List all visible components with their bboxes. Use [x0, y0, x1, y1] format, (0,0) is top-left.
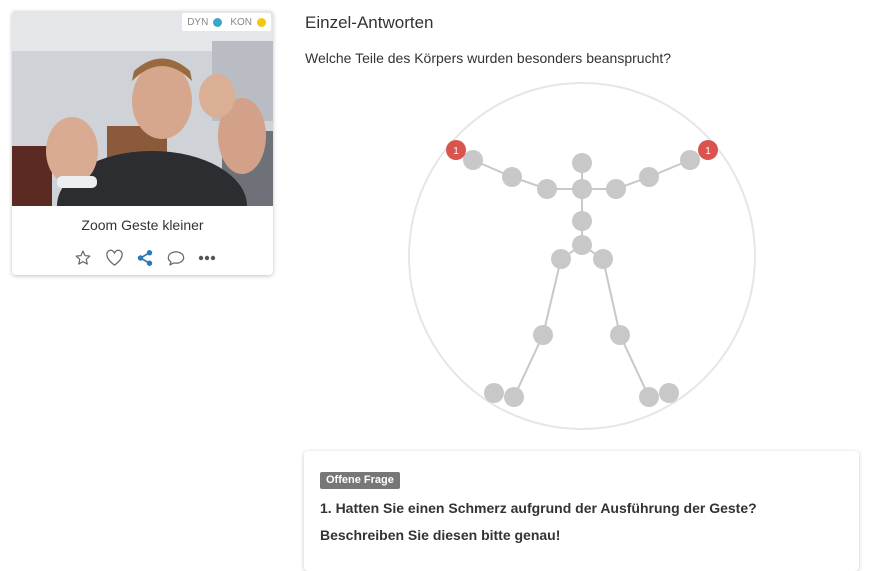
body-map-outline	[408, 82, 756, 430]
category-badges: DYN KON	[182, 13, 271, 31]
right-knee-joint[interactable]	[533, 325, 553, 345]
share-icon[interactable]	[135, 248, 155, 268]
marker-left-hand: 1	[698, 140, 718, 160]
right-foot-joint[interactable]	[504, 387, 524, 407]
right-elbow-joint[interactable]	[502, 167, 522, 187]
right-heel-joint[interactable]	[484, 383, 504, 403]
page-title: Einzel-Antworten	[305, 13, 434, 32]
media-card[interactable]: DYN KON Zoom Geste kleiner	[12, 11, 273, 275]
body-map[interactable]: 1 1	[400, 80, 764, 436]
comment-icon[interactable]	[166, 248, 186, 268]
question-text: Welche Teile des Körpers wurden besonder…	[305, 50, 672, 66]
open-question-card: Offene Frage 1. Hatten Sie einen Schmerz…	[304, 451, 859, 571]
pelvis-joint[interactable]	[572, 235, 592, 255]
more-icon[interactable]	[197, 248, 217, 268]
marker-count: 1	[453, 146, 459, 157]
heart-icon[interactable]	[104, 248, 124, 268]
card-actions	[73, 248, 217, 268]
right-shoulder-joint[interactable]	[537, 179, 557, 199]
badge-dyn-label: DYN	[187, 16, 209, 28]
badge-kon-dot	[257, 17, 266, 27]
neck-joint[interactable]	[572, 179, 592, 199]
star-icon[interactable]	[73, 248, 93, 268]
question-type-tag: Offene Frage	[320, 472, 400, 489]
spine-joint[interactable]	[572, 211, 592, 231]
card-title: Zoom Geste kleiner	[81, 217, 204, 233]
video-thumbnail[interactable]	[12, 11, 273, 206]
left-foot-joint[interactable]	[639, 387, 659, 407]
right-hand-joint[interactable]	[463, 150, 483, 170]
open-question-text: 1. Hatten Sie einen Schmerz aufgrund der…	[320, 500, 757, 543]
badge-dyn-dot	[213, 17, 223, 27]
left-heel-joint[interactable]	[659, 383, 679, 403]
left-hand-joint[interactable]	[680, 150, 700, 170]
badge-kon-label: KON	[230, 16, 252, 28]
left-elbow-joint[interactable]	[639, 167, 659, 187]
right-hip-joint[interactable]	[551, 249, 571, 269]
left-knee-joint[interactable]	[610, 325, 630, 345]
head-joint[interactable]	[572, 153, 592, 173]
left-shoulder-joint[interactable]	[606, 179, 626, 199]
marker-count: 1	[705, 146, 711, 157]
skeleton-joints	[463, 150, 700, 407]
left-hip-joint[interactable]	[593, 249, 613, 269]
marker-right-hand: 1	[446, 140, 466, 160]
